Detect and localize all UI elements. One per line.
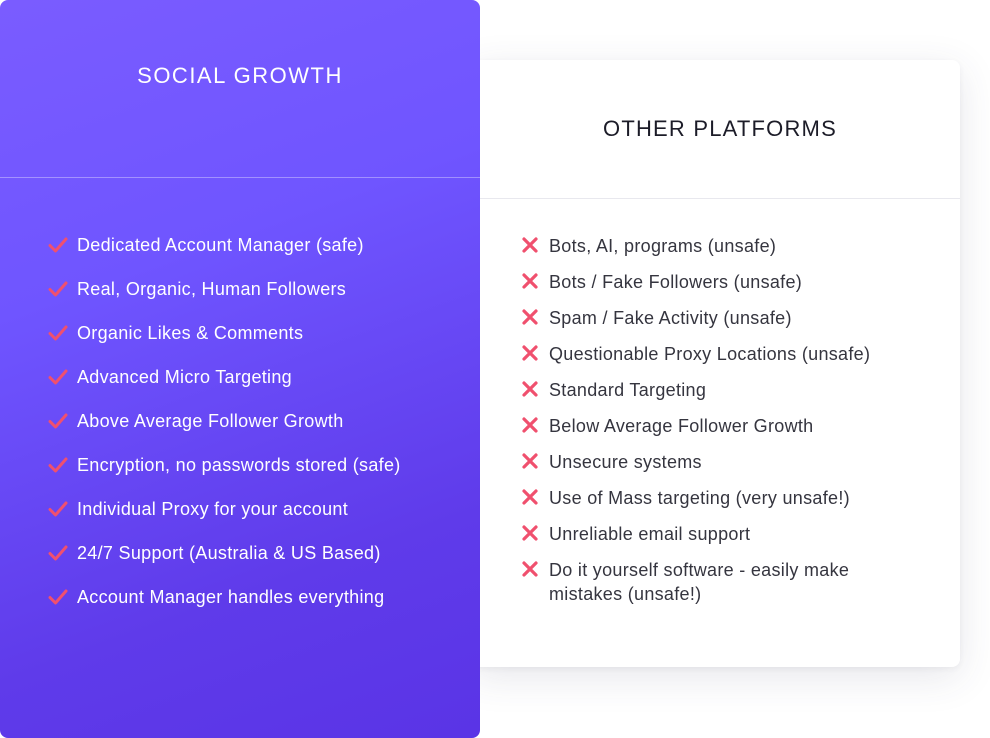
feature-item: Use of Mass targeting (very unsafe!): [521, 486, 921, 510]
check-icon: [48, 369, 68, 385]
cross-icon: [522, 453, 538, 469]
feature-label: Bots, AI, programs (unsafe): [549, 236, 777, 256]
feature-label: Use of Mass targeting (very unsafe!): [549, 488, 850, 508]
cross-icon: [522, 273, 538, 289]
feature-item: Above Average Follower Growth: [48, 409, 401, 433]
feature-label: Standard Targeting: [549, 380, 707, 400]
feature-label: Below Average Follower Growth: [549, 416, 814, 436]
check-icon: [48, 545, 68, 561]
cross-icon: [522, 345, 538, 361]
feature-item: Advanced Micro Targeting: [48, 365, 401, 389]
check-icon: [48, 589, 68, 605]
other-platforms-card: OTHER PLATFORMS Bots, AI, programs (unsa…: [470, 60, 960, 667]
check-icon: [48, 237, 68, 253]
feature-item: Real, Organic, Human Followers: [48, 277, 401, 301]
feature-item: 24/7 Support (Australia & US Based): [48, 541, 401, 565]
social-growth-title: SOCIAL GROWTH: [137, 62, 343, 88]
feature-label: Bots / Fake Followers (unsafe): [549, 272, 803, 292]
feature-item: Account Manager handles everything: [48, 585, 401, 609]
feature-item: Unreliable email support: [521, 522, 921, 546]
feature-item: Dedicated Account Manager (safe): [48, 233, 401, 257]
feature-item: Organic Likes & Comments: [48, 321, 401, 345]
cross-icon: [522, 489, 538, 505]
feature-label: Unsecure systems: [549, 452, 702, 472]
check-icon: [48, 501, 68, 517]
feature-label: 24/7 Support (Australia & US Based): [77, 542, 381, 563]
check-icon: [48, 325, 68, 341]
feature-label: Real, Organic, Human Followers: [77, 278, 347, 299]
feature-item: Questionable Proxy Locations (unsafe): [521, 342, 921, 366]
feature-label: Spam / Fake Activity (unsafe): [549, 308, 792, 328]
feature-item: Unsecure systems: [521, 450, 921, 474]
check-icon: [48, 281, 68, 297]
cross-icon: [522, 237, 538, 253]
feature-item: Do it yourself software - easily make mi…: [521, 558, 921, 606]
cross-icon: [522, 309, 538, 325]
feature-item: Bots, AI, programs (unsafe): [521, 234, 921, 258]
cross-icon: [522, 561, 538, 577]
social-growth-feature-list: Dedicated Account Manager (safe) Real, O…: [48, 233, 401, 629]
feature-label: Above Average Follower Growth: [77, 410, 344, 431]
feature-item: Spam / Fake Activity (unsafe): [521, 306, 921, 330]
feature-item: Encryption, no passwords stored (safe): [48, 453, 401, 477]
feature-label: Do it yourself software - easily make mi…: [549, 560, 850, 604]
social-growth-header: SOCIAL GROWTH: [0, 0, 480, 178]
social-growth-card: SOCIAL GROWTH Dedicated Account Manager …: [0, 0, 480, 738]
feature-label: Dedicated Account Manager (safe): [77, 234, 364, 255]
other-platforms-header: OTHER PLATFORMS: [470, 60, 960, 199]
feature-label: Encryption, no passwords stored (safe): [77, 454, 401, 475]
feature-label: Unreliable email support: [549, 524, 751, 544]
feature-item: Individual Proxy for your account: [48, 497, 401, 521]
cross-icon: [522, 381, 538, 397]
other-platforms-feature-list: Bots, AI, programs (unsafe) Bots / Fake …: [521, 234, 921, 618]
feature-label: Advanced Micro Targeting: [77, 366, 292, 387]
check-icon: [48, 413, 68, 429]
feature-label: Individual Proxy for your account: [77, 498, 349, 519]
feature-label: Account Manager handles everything: [77, 586, 385, 607]
feature-item: Bots / Fake Followers (unsafe): [521, 270, 921, 294]
cross-icon: [522, 525, 538, 541]
feature-item: Below Average Follower Growth: [521, 414, 921, 438]
other-platforms-title: OTHER PLATFORMS: [603, 116, 837, 141]
check-icon: [48, 457, 68, 473]
cross-icon: [522, 417, 538, 433]
feature-label: Organic Likes & Comments: [77, 322, 304, 343]
feature-item: Standard Targeting: [521, 378, 921, 402]
feature-label: Questionable Proxy Locations (unsafe): [549, 344, 871, 364]
